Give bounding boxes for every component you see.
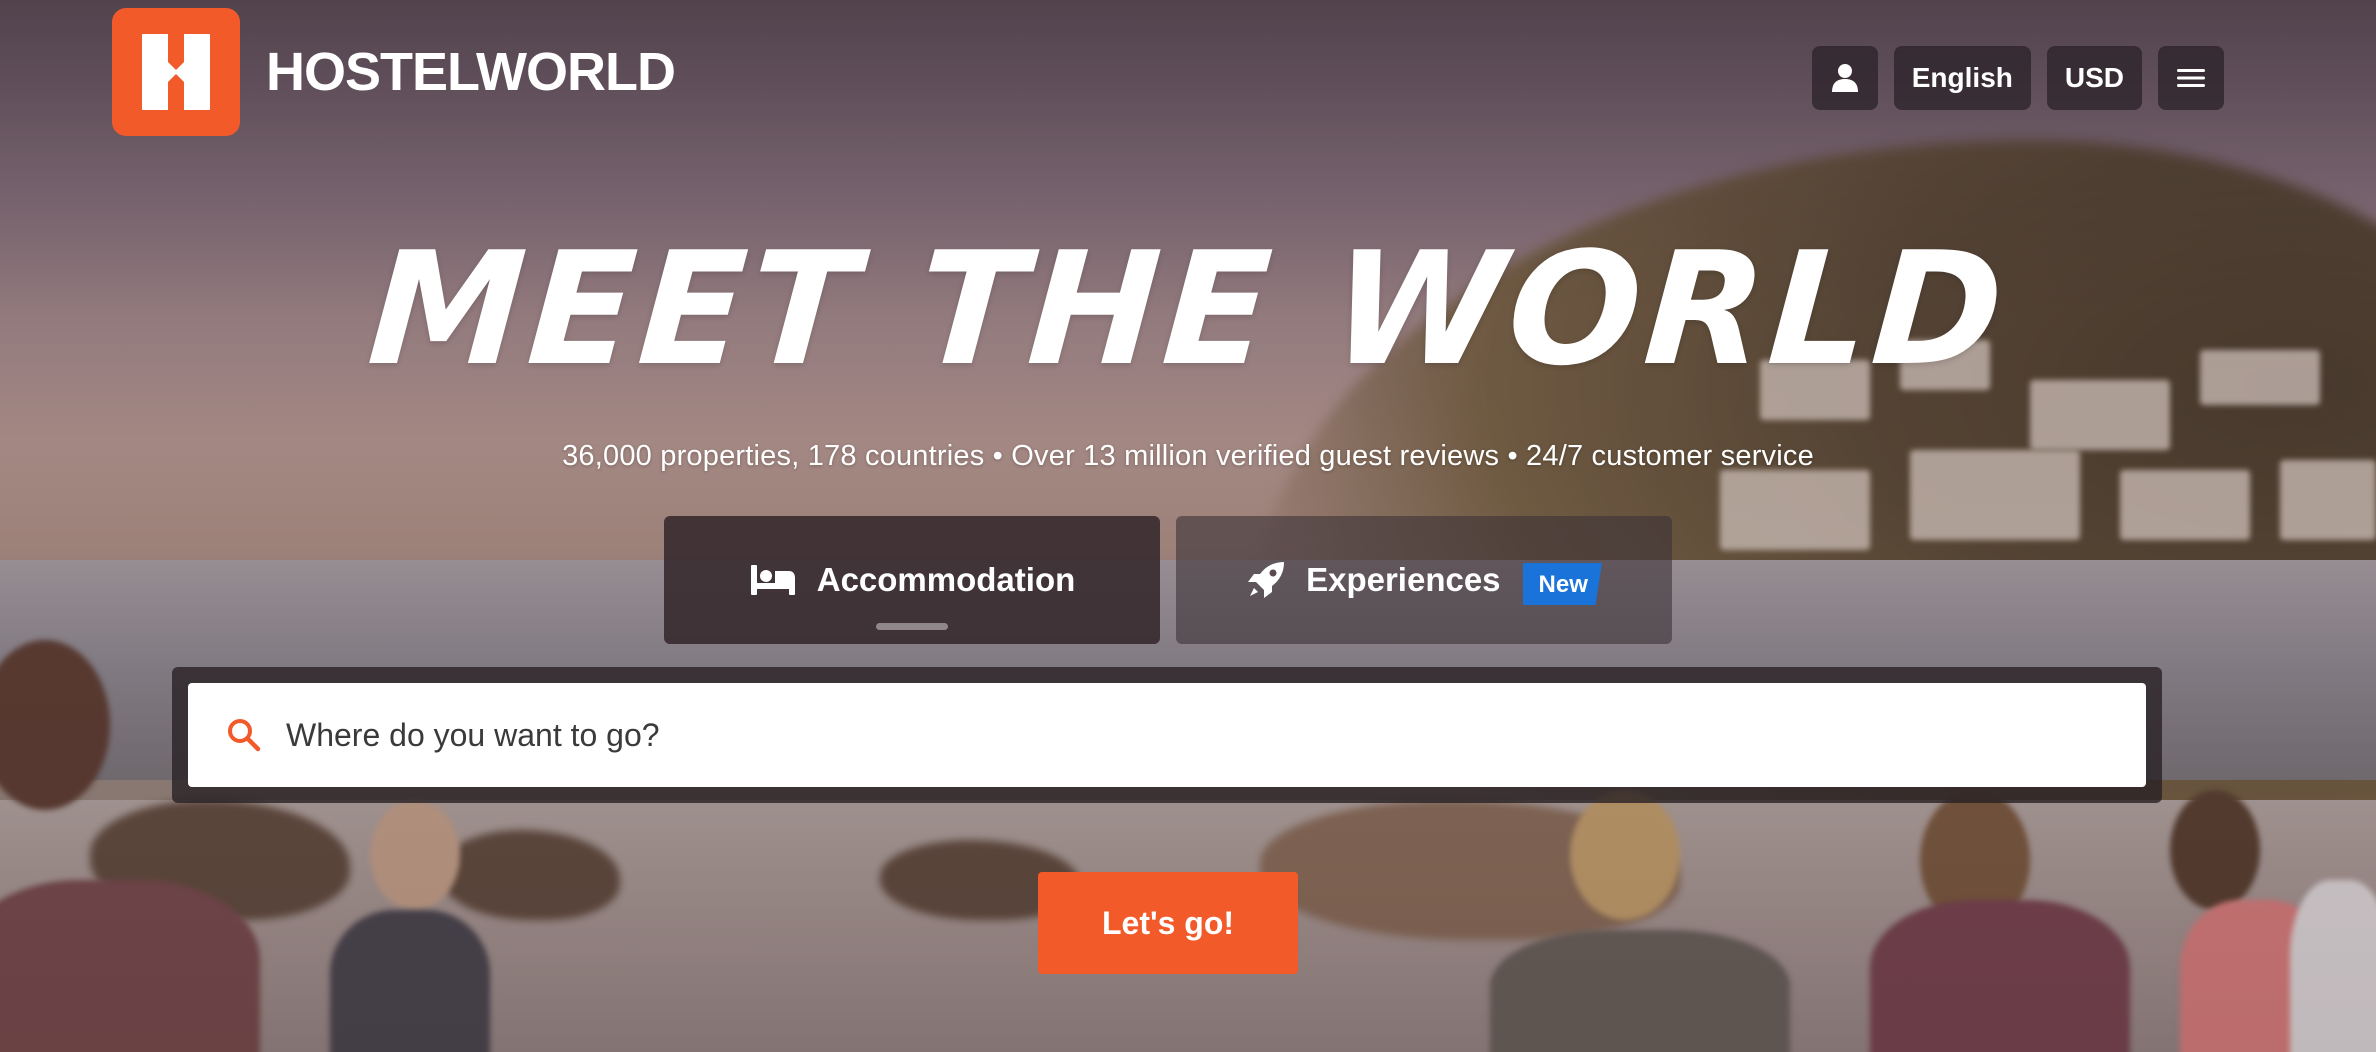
hostelworld-logo[interactable]: HOSTELWORLD: [112, 8, 676, 136]
hamburger-menu-icon: [2177, 69, 2205, 87]
hostelworld-logo-mark-icon: [112, 8, 240, 136]
destination-search-input[interactable]: [286, 716, 2146, 754]
account-button[interactable]: [1811, 46, 1878, 110]
tab-accommodation-label: Accommodation: [816, 561, 1076, 598]
hero-tagline: 36,000 properties, 178 countries • Over …: [562, 440, 1814, 472]
header-actions: English USD: [1811, 46, 2224, 110]
user-icon: [1831, 64, 1858, 92]
search-icon: [228, 719, 261, 752]
lets-go-button[interactable]: Let's go!: [1038, 872, 1298, 974]
brand-name: HOSTELWORLD: [266, 42, 676, 102]
hero-headline: MEET THE WORLD: [363, 218, 2013, 400]
search-type-tabs: Accommodation Experiences New: [664, 516, 1672, 644]
active-tab-indicator: [876, 623, 948, 630]
tab-experiences[interactable]: Experiences New: [1176, 516, 1672, 644]
rocket-icon: [1248, 562, 1285, 598]
tab-accommodation[interactable]: Accommodation: [664, 516, 1160, 644]
search-bar-container: [172, 667, 2162, 803]
currency-button[interactable]: USD: [2046, 46, 2142, 110]
search-box[interactable]: [188, 683, 2146, 787]
language-button[interactable]: English: [1893, 46, 2031, 110]
tab-experiences-label: Experiences: [1306, 561, 1501, 598]
menu-button[interactable]: [2158, 46, 2224, 110]
bed-icon: [750, 565, 795, 595]
new-badge: New: [1522, 563, 1602, 605]
